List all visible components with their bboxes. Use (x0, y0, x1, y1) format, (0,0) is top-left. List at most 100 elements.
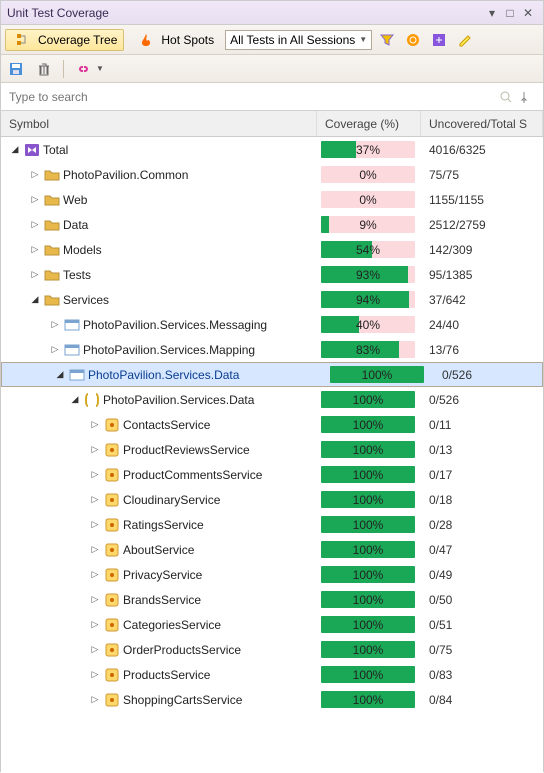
expand-icon[interactable]: ▷ (89, 694, 101, 705)
coverage-bar: 100% (321, 666, 415, 683)
collapse-icon[interactable]: ◢ (69, 394, 81, 405)
coverage-pct: 9% (359, 218, 376, 232)
expand-icon[interactable]: ▷ (89, 569, 101, 580)
uncovered-value: 37/642 (421, 293, 543, 307)
expand-icon[interactable]: ▷ (89, 644, 101, 655)
hot-spots-button[interactable]: Hot Spots (128, 29, 221, 51)
tree-row[interactable]: ▷Data9%2512/2759 (1, 212, 543, 237)
tree-row[interactable]: ▷RatingsService100%0/28 (1, 512, 543, 537)
tree-row[interactable]: ▷BrandsService100%0/50 (1, 587, 543, 612)
row-label: OrderProductsService (123, 643, 241, 657)
coverage-tree[interactable]: ◢Total37%4016/6325 ▷ PhotoPavilion.Common 0… (1, 137, 543, 773)
coverage-pct: 100% (353, 393, 384, 407)
expand-icon[interactable]: ▷ (89, 419, 101, 430)
column-symbol[interactable]: Symbol (1, 111, 317, 136)
tree-row[interactable]: ▷CategoriesService100%0/51 (1, 612, 543, 637)
delete-button[interactable] (33, 58, 55, 80)
coverage-bar: 0% (321, 191, 415, 208)
vs-icon (24, 142, 40, 158)
coverage-bar: 54% (321, 241, 415, 258)
tree-row[interactable]: ▷CloudinaryService100%0/18 (1, 487, 543, 512)
tree-row[interactable]: ▷Tests93%95/1385 (1, 262, 543, 287)
maximize-icon[interactable]: □ (501, 6, 519, 20)
expand-icon[interactable]: ▷ (89, 494, 101, 505)
coverage-pct: 40% (356, 318, 380, 332)
coverage-tree-button[interactable]: Coverage Tree (5, 29, 124, 51)
tree-row[interactable]: ◢Total37%4016/6325 (1, 137, 543, 162)
expand-icon[interactable]: ▷ (29, 169, 41, 180)
row-label: Tests (63, 268, 91, 282)
uncovered-value: 24/40 (421, 318, 543, 332)
expand-icon[interactable]: ▷ (49, 344, 61, 355)
link-button[interactable] (72, 58, 94, 80)
tree-row[interactable]: ◢Services94%37/642 (1, 287, 543, 312)
tree-row[interactable]: ▷OrderProductsService100%0/75 (1, 637, 543, 662)
pin-icon[interactable] (517, 90, 535, 104)
nav-button[interactable] (428, 29, 450, 51)
expand-icon[interactable]: ▷ (89, 469, 101, 480)
folder-icon (44, 217, 60, 233)
row-label: Models (63, 243, 102, 257)
row-label: PhotoPavilion.Services.Data (103, 393, 254, 407)
tree-row[interactable]: ▷PhotoPavilion.Services.Mapping83%13/76 (1, 337, 543, 362)
tree-row[interactable]: ▷ProductsService100%0/83 (1, 662, 543, 687)
ns-icon (84, 392, 100, 408)
tree-row[interactable]: ◢PhotoPavilion.Services.Data100%0/526 (1, 387, 543, 412)
search-input[interactable] (9, 90, 499, 104)
filter-button[interactable] (376, 29, 398, 51)
highlight-button[interactable] (454, 29, 476, 51)
expand-icon[interactable]: ▷ (89, 669, 101, 680)
tree-row[interactable]: ▷ProductCommentsService100%0/17 (1, 462, 543, 487)
expand-icon[interactable]: ▷ (29, 269, 41, 280)
coverage-bar: 94% (321, 291, 415, 308)
row-label: ShoppingCartsService (123, 693, 242, 707)
expand-icon[interactable]: ▷ (89, 544, 101, 555)
column-coverage[interactable]: Coverage (%) (317, 111, 421, 136)
row-label: PhotoPavilion.Common (63, 168, 188, 182)
dropdown-arrow-icon[interactable]: ▼ (96, 64, 104, 73)
tree-row[interactable]: ◢PhotoPavilion.Services.Data100%0/526 (1, 362, 543, 387)
module-icon (64, 342, 80, 358)
expand-icon[interactable]: ▷ (29, 244, 41, 255)
tree-row[interactable]: ▷ContactsService100%0/11 (1, 412, 543, 437)
tree-row[interactable]: ▷ShoppingCartsService100%0/84 (1, 687, 543, 712)
save-button[interactable] (5, 58, 27, 80)
coverage-pct: 0% (359, 168, 376, 182)
class-icon (104, 492, 120, 508)
tree-row[interactable]: ▷Models54%142/309 (1, 237, 543, 262)
expand-icon[interactable]: ▷ (89, 444, 101, 455)
coverage-pct: 100% (353, 693, 384, 707)
coverage-bar: 100% (321, 691, 415, 708)
coverage-bar: 9% (321, 216, 415, 233)
row-label: CloudinaryService (123, 493, 220, 507)
tree-row[interactable]: ▷ProductReviewsService100%0/13 (1, 437, 543, 462)
collapse-icon[interactable]: ◢ (9, 144, 21, 155)
tree-row[interactable]: ▷PhotoPavilion.Common0%75/75 (1, 162, 543, 187)
collapse-icon[interactable]: ◢ (29, 294, 41, 305)
tree-row[interactable]: ▷PrivacyService100%0/49 (1, 562, 543, 587)
coverage-bar: 100% (321, 566, 415, 583)
close-icon[interactable]: ✕ (519, 6, 537, 20)
expand-icon[interactable]: ▷ (29, 194, 41, 205)
search-icon[interactable] (499, 90, 517, 104)
expand-icon[interactable]: ▷ (89, 594, 101, 605)
coverage-pct: 94% (356, 293, 380, 307)
coverage-pct: 100% (353, 568, 384, 582)
column-uncovered[interactable]: Uncovered/Total S (421, 111, 543, 136)
row-label: RatingsService (123, 518, 204, 532)
uncovered-value: 4016/6325 (421, 143, 543, 157)
tree-row[interactable]: ▷AboutService100%0/47 (1, 537, 543, 562)
window-menu-icon[interactable]: ▾ (483, 6, 501, 20)
coverage-bar: 100% (321, 466, 415, 483)
collapse-icon[interactable]: ◢ (54, 369, 66, 380)
coverage-pct: 0% (359, 193, 376, 207)
tree-row[interactable]: ▷Web0%1155/1155 (1, 187, 543, 212)
sessions-select[interactable]: All Tests in All Sessions ▼ (225, 30, 372, 50)
module-icon (64, 317, 80, 333)
expand-icon[interactable]: ▷ (89, 519, 101, 530)
expand-icon[interactable]: ▷ (29, 219, 41, 230)
sync-button[interactable] (402, 29, 424, 51)
expand-icon[interactable]: ▷ (49, 319, 61, 330)
expand-icon[interactable]: ▷ (89, 619, 101, 630)
tree-row[interactable]: ▷PhotoPavilion.Services.Messaging40%24/4… (1, 312, 543, 337)
